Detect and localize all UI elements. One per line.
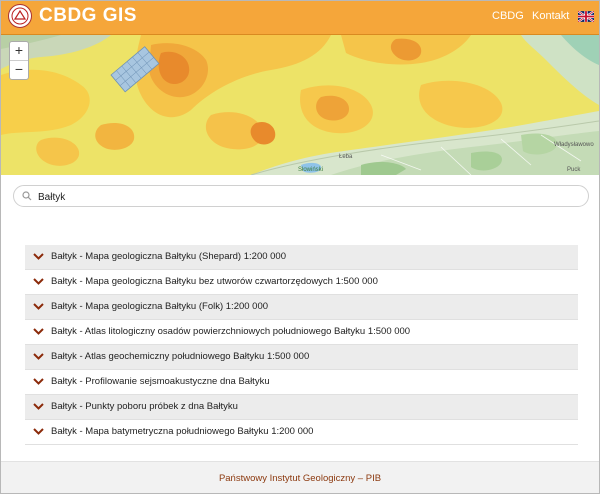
result-item[interactable]: Bałtyk - Atlas geochemiczny południowego…	[25, 345, 578, 370]
map-label-puck: Puck	[567, 167, 581, 173]
zoom-out-button[interactable]: −	[10, 60, 28, 79]
result-item[interactable]: Bałtyk - Mapa geologiczna Bałtyku (Folk)…	[25, 295, 578, 320]
result-item[interactable]: Bałtyk - Mapa geologiczna Bałtyku (Shepa…	[25, 245, 578, 270]
result-item[interactable]: Bałtyk - Atlas litologiczny osadów powie…	[25, 320, 578, 345]
chevron-down-icon	[33, 353, 44, 360]
result-label: Bałtyk - Atlas geochemiczny południowego…	[51, 351, 310, 362]
search-input[interactable]	[36, 188, 580, 206]
map-view[interactable]: + − Łeba Władysławowo Słowiński Puck	[1, 35, 599, 175]
result-label: Bałtyk - Mapa geologiczna Bałtyku (Folk)…	[51, 301, 269, 312]
footer-institute-link[interactable]: Państwowy Instytut Geologiczny – PIB	[1, 473, 599, 484]
pig-logo[interactable]	[8, 4, 32, 28]
result-label: Bałtyk - Mapa geologiczna Bałtyku bez ut…	[51, 276, 378, 287]
uk-flag-icon[interactable]	[578, 11, 594, 22]
chevron-down-icon	[33, 278, 44, 285]
map-label-slowinski: Słowiński	[298, 167, 324, 173]
nav-cbdg-link[interactable]: CBDG	[492, 10, 524, 22]
result-item[interactable]: Bałtyk - Mapa geologiczna Bałtyku bez ut…	[25, 270, 578, 295]
chevron-down-icon	[33, 328, 44, 335]
nav-kontakt-link[interactable]: Kontakt	[532, 10, 569, 22]
chevron-down-icon	[33, 403, 44, 410]
chevron-down-icon	[33, 303, 44, 310]
zoom-control: + −	[9, 41, 29, 80]
result-label: Bałtyk - Atlas litologiczny osadów powie…	[51, 326, 411, 337]
app-title[interactable]: CBDG GIS	[39, 5, 137, 27]
result-item[interactable]: Bałtyk - Punkty poboru próbek z dna Bałt…	[25, 395, 578, 420]
map-label-wladyslawowo: Władysławowo	[554, 142, 594, 148]
chevron-down-icon	[33, 428, 44, 435]
search-icon	[22, 191, 32, 201]
top-bar: CBDG GIS CBDG Kontakt	[1, 1, 599, 35]
map-label-leba: Łeba	[339, 154, 353, 160]
search-box	[13, 185, 589, 207]
chevron-down-icon	[33, 378, 44, 385]
result-item[interactable]: Bałtyk - Profilowanie sejsmoakustyczne d…	[25, 370, 578, 395]
results-list: Bałtyk - Mapa geologiczna Bałtyku (Shepa…	[25, 245, 578, 445]
app-window: CBDG GIS CBDG Kontakt + − Łeba Władysław…	[0, 0, 600, 494]
zoom-in-button[interactable]: +	[10, 42, 28, 60]
footer: Państwowy Instytut Geologiczny – PIB	[1, 461, 599, 493]
heatmap-layer	[1, 35, 599, 175]
result-label: Bałtyk - Punkty poboru próbek z dna Bałt…	[51, 401, 238, 412]
result-label: Bałtyk - Profilowanie sejsmoakustyczne d…	[51, 376, 270, 387]
result-label: Bałtyk - Mapa geologiczna Bałtyku (Shepa…	[51, 251, 286, 262]
chevron-down-icon	[33, 253, 44, 260]
result-label: Bałtyk - Mapa batymetryczna południowego…	[51, 426, 314, 437]
result-item[interactable]: Bałtyk - Mapa batymetryczna południowego…	[25, 420, 578, 445]
logo-emblem-icon	[11, 7, 29, 25]
